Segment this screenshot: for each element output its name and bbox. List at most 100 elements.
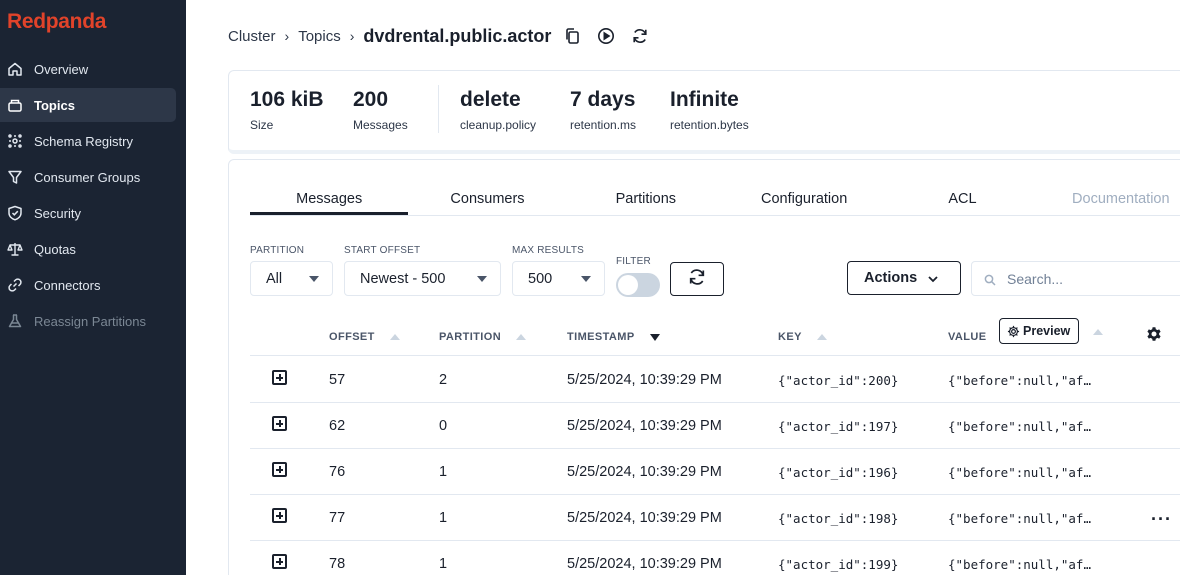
partition-select[interactable]: All (250, 261, 333, 296)
cell-key: {"actor_id":197} (778, 419, 899, 434)
row-menu-button[interactable]: ··· (1151, 509, 1172, 530)
max-results-select-value: 500 (528, 270, 553, 287)
messages-card: Messages Consumers Partitions Configurat… (228, 159, 1180, 575)
sort-icon (389, 334, 400, 340)
sidebar-item-schema-registry[interactable]: Schema Registry (0, 124, 176, 158)
chevron-right-icon: › (284, 28, 290, 44)
column-value[interactable]: VALUE (948, 331, 986, 343)
cell-key: {"actor_id":198} (778, 511, 899, 526)
sort-icon (816, 334, 827, 340)
cell-offset: 76 (329, 464, 346, 480)
sidebar-item-label: Connectors (34, 277, 101, 293)
tab-consumers[interactable]: Consumers (408, 184, 566, 215)
cell-key: {"actor_id":199} (778, 557, 899, 572)
start-offset-select[interactable]: Newest - 500 (344, 261, 501, 296)
column-partition[interactable]: PARTITION (439, 331, 527, 343)
stat-value: 7 days (570, 88, 636, 111)
column-key[interactable]: KEY (778, 331, 827, 343)
breadcrumb-cluster[interactable]: Cluster (228, 28, 276, 45)
tab-partitions[interactable]: Partitions (567, 184, 725, 215)
partition-label: PARTITION (250, 245, 305, 256)
sidebar-item-reassign-partitions: Reassign Partitions (0, 304, 176, 338)
tab-configuration[interactable]: Configuration (725, 184, 883, 215)
sidebar-item-label: Topics (34, 97, 75, 113)
column-label: PARTITION (439, 331, 502, 343)
sidebar-item-label: Quotas (34, 241, 76, 257)
cell-partition: 1 (439, 556, 448, 572)
stat-value: delete (460, 88, 521, 111)
sidebar-item-label: Security (34, 205, 81, 221)
expand-row-icon[interactable] (272, 370, 287, 385)
table-row[interactable]: 76 1 5/25/2024, 10:39:29 PM {"actor_id":… (250, 449, 1180, 495)
table-row[interactable]: 57 2 5/25/2024, 10:39:29 PM {"actor_id":… (250, 357, 1180, 403)
cell-timestamp: 5/25/2024, 10:39:29 PM (567, 418, 722, 434)
sidebar-item-quotas[interactable]: Quotas (0, 232, 176, 266)
search-input[interactable]: Search... (971, 261, 1180, 296)
topics-icon (7, 97, 23, 113)
expand-row-icon[interactable] (272, 508, 287, 523)
cell-timestamp: 5/25/2024, 10:39:29 PM (567, 556, 722, 572)
stat-label: Messages (353, 118, 408, 132)
sidebar-item-label: Schema Registry (34, 133, 133, 149)
stat-label: retention.ms (570, 118, 637, 132)
preview-button[interactable]: Preview (999, 318, 1079, 344)
topic-tabs: Messages Consumers Partitions Configurat… (250, 184, 1180, 216)
breadcrumb-topics[interactable]: Topics (298, 28, 341, 45)
max-results-label: MAX RESULTS (512, 245, 585, 256)
cell-partition: 0 (439, 418, 448, 434)
sidebar-item-overview[interactable]: Overview (0, 52, 176, 86)
link-icon (7, 277, 23, 293)
expand-row-icon[interactable] (272, 416, 287, 431)
cell-offset: 62 (329, 418, 346, 434)
column-settings-gear-icon[interactable] (1145, 325, 1163, 343)
cell-partition: 2 (439, 372, 448, 388)
actions-button-label: Actions (864, 270, 918, 286)
max-results-select[interactable]: 500 (512, 261, 605, 296)
stat-value: 200 (353, 88, 389, 111)
gear-icon (1007, 325, 1020, 338)
column-timestamp[interactable]: TIMESTAMP (567, 331, 660, 343)
play-icon[interactable] (597, 27, 615, 45)
expand-row-icon[interactable] (272, 462, 287, 477)
filter-toggle[interactable] (616, 273, 660, 297)
filter-funnel-icon (7, 169, 23, 185)
cell-partition: 1 (439, 510, 448, 526)
refresh-messages-button[interactable] (670, 262, 724, 296)
caret-down-icon (477, 276, 487, 282)
sort-desc-icon (649, 333, 660, 341)
stat-value: 106 kiB (250, 88, 324, 111)
sidebar-item-label: Consumer Groups (34, 169, 141, 185)
sidebar-item-consumer-groups[interactable]: Consumer Groups (0, 160, 176, 194)
sidebar-item-security[interactable]: Security (0, 196, 176, 230)
sidebar-item-label: Reassign Partitions (34, 313, 146, 329)
expand-row-icon[interactable] (272, 554, 287, 569)
actions-button[interactable]: Actions (847, 261, 961, 295)
filter-label: FILTER (616, 256, 651, 267)
copy-icon[interactable] (563, 27, 581, 45)
caret-down-icon (581, 276, 591, 282)
stat-size: 106 kiB Size (250, 88, 324, 132)
sidebar-item-topics[interactable]: Topics (0, 88, 176, 122)
header-actions (563, 27, 665, 45)
table-row[interactable]: 78 1 5/25/2024, 10:39:29 PM {"actor_id":… (250, 541, 1180, 575)
cell-partition: 1 (439, 464, 448, 480)
table-row[interactable]: 62 0 5/25/2024, 10:39:29 PM {"actor_id":… (250, 403, 1180, 449)
cell-value: {"before":null,"af… (948, 465, 1091, 480)
tab-messages[interactable]: Messages (250, 184, 409, 215)
table-row[interactable]: 77 1 5/25/2024, 10:39:29 PM {"actor_id":… (250, 495, 1180, 541)
sidebar-item-connectors[interactable]: Connectors (0, 268, 176, 302)
tab-documentation[interactable]: Documentation (1042, 184, 1180, 215)
breadcrumb: Cluster › Topics › dvdrental.public.acto… (228, 24, 665, 48)
column-offset[interactable]: OFFSET (329, 331, 400, 343)
redpanda-logo[interactable]: Redpanda (7, 10, 106, 34)
search-icon (984, 273, 996, 286)
cell-value: {"before":null,"af… (948, 373, 1091, 388)
stat-label: retention.bytes (670, 118, 749, 132)
start-offset-label: START OFFSET (344, 245, 421, 256)
stat-messages: 200 Messages (353, 88, 408, 132)
sort-icon[interactable] (1093, 329, 1103, 335)
tab-acl[interactable]: ACL (883, 184, 1041, 215)
scale-icon (7, 241, 23, 257)
topic-stats-card: 106 kiB Size 200 Messages delete cleanup… (228, 70, 1180, 154)
refresh-icon[interactable] (631, 27, 649, 45)
